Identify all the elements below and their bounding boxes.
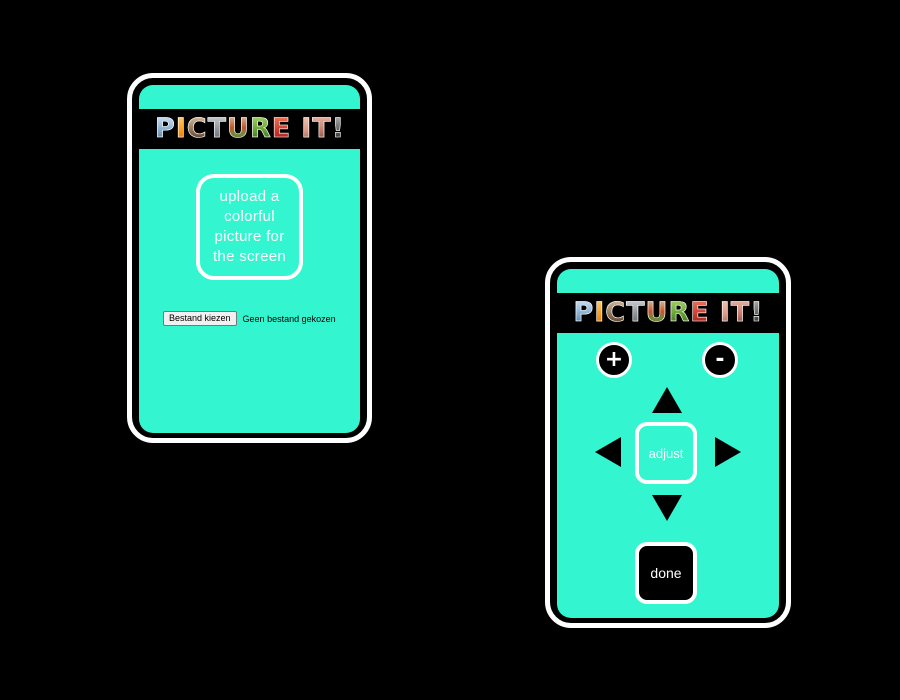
upload-prompt-text: upload a colorful picture for the screen [212, 188, 287, 265]
logo-letter: P [573, 297, 594, 328]
logo-letter: E [690, 297, 709, 328]
logo-letter: T [207, 113, 227, 144]
file-input: Bestand kiezen Geen bestand gekozen [163, 311, 336, 326]
adjust-label: adjust [648, 445, 684, 461]
adjust-button[interactable]: adjust [635, 422, 697, 484]
move-right-arrow-icon[interactable] [715, 437, 741, 467]
zoom-out-button[interactable]: - [702, 342, 738, 378]
logo-letter: C [605, 297, 626, 328]
logo-letter: I [175, 113, 186, 144]
logo-banner: P I C T U R E I T! [557, 293, 779, 333]
logo-letter: R [668, 297, 690, 328]
logo-letter: T [312, 113, 331, 144]
logo-letter: I [719, 297, 730, 328]
logo-letter: R [249, 113, 271, 144]
logo-letter: ! [750, 297, 763, 328]
move-up-arrow-icon[interactable] [652, 387, 682, 413]
logo-letter: E [271, 113, 291, 144]
logo: P I C T U R E I T! [573, 297, 763, 328]
control-phone-frame: P I C T U R E I T! + - adjust done [545, 257, 791, 628]
move-down-arrow-icon[interactable] [652, 495, 682, 521]
logo-letter: I [594, 297, 605, 328]
choose-file-button[interactable]: Bestand kiezen [163, 311, 237, 326]
upload-prompt-box[interactable]: upload a colorful picture for the screen [196, 174, 303, 280]
logo-banner: P I C T U R E I T! [139, 109, 360, 149]
logo: P I C T U R E I T! [154, 113, 345, 144]
logo-letter: U [227, 113, 250, 144]
logo-letter: T [730, 297, 750, 328]
logo-letter: C [186, 113, 207, 144]
logo-letter: U [645, 297, 668, 328]
upload-phone-frame: P I C T U R E I T! upload a colorful picture for… [127, 73, 372, 443]
move-left-arrow-icon[interactable] [595, 437, 621, 467]
logo-letter: I [301, 113, 312, 144]
logo-letter: T [626, 297, 645, 328]
control-screen: P I C T U R E I T! + - adjust done [557, 269, 779, 618]
upload-screen: P I C T U R E I T! upload a colorful picture for… [139, 85, 360, 433]
done-label: done [650, 565, 682, 581]
done-button[interactable]: done [635, 542, 697, 604]
zoom-in-button[interactable]: + [596, 342, 632, 378]
file-status-text: Geen bestand gekozen [242, 313, 336, 324]
canvas: P I C T U R E I T! upload a colorful picture for… [0, 0, 900, 700]
logo-letter: P [154, 113, 175, 144]
logo-letter: ! [331, 113, 345, 144]
